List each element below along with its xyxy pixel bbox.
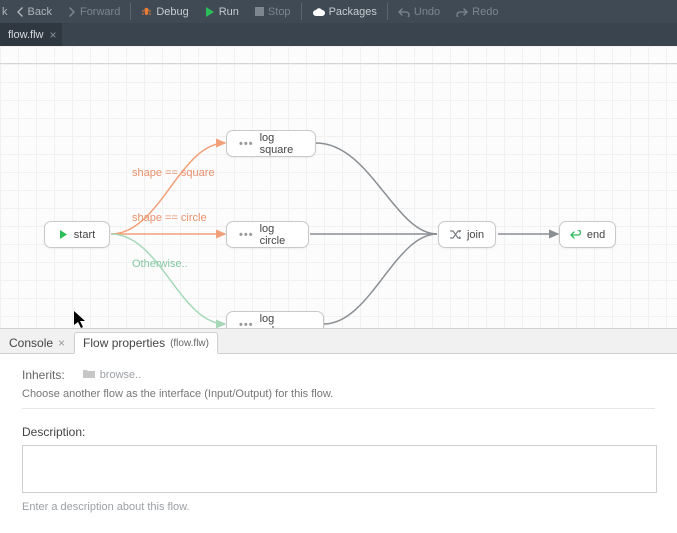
file-tab-label: flow.flw xyxy=(8,29,43,41)
forward-label: Forward xyxy=(80,6,120,18)
edge-label-circle: shape == circle xyxy=(132,212,207,224)
panel-tabbar: Console × Flow properties (flow.flw) xyxy=(0,329,677,354)
flowprops-tab-sub: (flow.flw) xyxy=(170,338,209,349)
stop-label: Stop xyxy=(268,6,291,18)
forward-button: Forward xyxy=(60,0,128,23)
chevron-right-icon xyxy=(68,7,76,17)
file-tabbar: flow.flw × xyxy=(0,23,677,46)
close-icon[interactable]: × xyxy=(58,336,65,350)
undo-label: Undo xyxy=(414,6,440,18)
console-tab-label: Console xyxy=(9,336,53,350)
node-end[interactable]: end xyxy=(559,221,616,248)
cursor-icon xyxy=(74,311,87,329)
flow-properties-panel: Inherits: browse.. Choose another flow a… xyxy=(0,354,677,527)
description-input[interactable] xyxy=(22,445,657,493)
node-log-unknown[interactable]: ••• log unknown xyxy=(226,311,324,329)
packages-button[interactable]: Packages xyxy=(304,0,385,23)
run-button[interactable]: Run xyxy=(197,0,247,23)
debug-label: Debug xyxy=(156,6,188,18)
description-hint: Enter a description about this flow. xyxy=(22,501,655,513)
bug-icon xyxy=(141,6,152,17)
close-icon[interactable]: × xyxy=(49,29,56,41)
dots-icon: ••• xyxy=(239,138,254,150)
dots-icon: ••• xyxy=(239,319,254,330)
node-join[interactable]: join xyxy=(438,221,496,248)
chevron-left-icon xyxy=(16,7,24,17)
run-label: Run xyxy=(219,6,239,18)
node-label: join xyxy=(467,229,484,241)
cloud-icon xyxy=(312,7,325,17)
stop-button: Stop xyxy=(247,0,299,23)
stop-icon xyxy=(255,7,264,16)
edges-layer xyxy=(0,46,677,329)
file-tab[interactable]: flow.flw × xyxy=(0,23,62,46)
folder-icon xyxy=(83,369,95,382)
flow-canvas[interactable]: start ••• log square ••• log circle ••• … xyxy=(0,46,677,329)
console-tab[interactable]: Console × xyxy=(0,332,74,354)
redo-label: Redo xyxy=(472,6,498,18)
main-toolbar: k Back Forward Debug Run Stop Packa xyxy=(0,0,677,23)
description-label: Description: xyxy=(22,425,655,439)
inherits-label: Inherits: xyxy=(22,368,65,382)
play-icon xyxy=(59,230,68,239)
flowprops-tab-label: Flow properties xyxy=(83,336,165,350)
undo-icon xyxy=(398,7,410,17)
flow-properties-tab[interactable]: Flow properties (flow.flw) xyxy=(74,332,218,354)
node-log-circle[interactable]: ••• log circle xyxy=(226,221,309,248)
node-label: start xyxy=(74,229,95,241)
debug-button[interactable]: Debug xyxy=(133,0,196,23)
browse-button[interactable]: browse.. xyxy=(83,369,142,382)
back-label: Back xyxy=(28,6,52,18)
inherits-hint: Choose another flow as the interface (In… xyxy=(22,388,655,400)
dots-icon: ••• xyxy=(239,229,254,241)
node-label: log square xyxy=(260,132,303,156)
packages-label: Packages xyxy=(329,6,377,18)
play-icon xyxy=(205,7,215,17)
node-label: log unknown xyxy=(260,313,311,330)
back-button[interactable]: Back xyxy=(8,0,60,23)
undo-button: Undo xyxy=(390,0,448,23)
redo-icon xyxy=(456,7,468,17)
node-label: end xyxy=(587,229,605,241)
node-label: log circle xyxy=(260,223,296,247)
node-start[interactable]: start xyxy=(44,221,110,248)
browse-label: browse.. xyxy=(100,369,142,381)
redo-button: Redo xyxy=(448,0,506,23)
edge-label-square: shape == square xyxy=(132,167,215,179)
node-log-square[interactable]: ••• log square xyxy=(226,130,316,157)
return-icon xyxy=(570,230,581,240)
edge-label-otherwise: Otherwise.. xyxy=(132,258,188,270)
shuffle-icon xyxy=(450,230,461,239)
